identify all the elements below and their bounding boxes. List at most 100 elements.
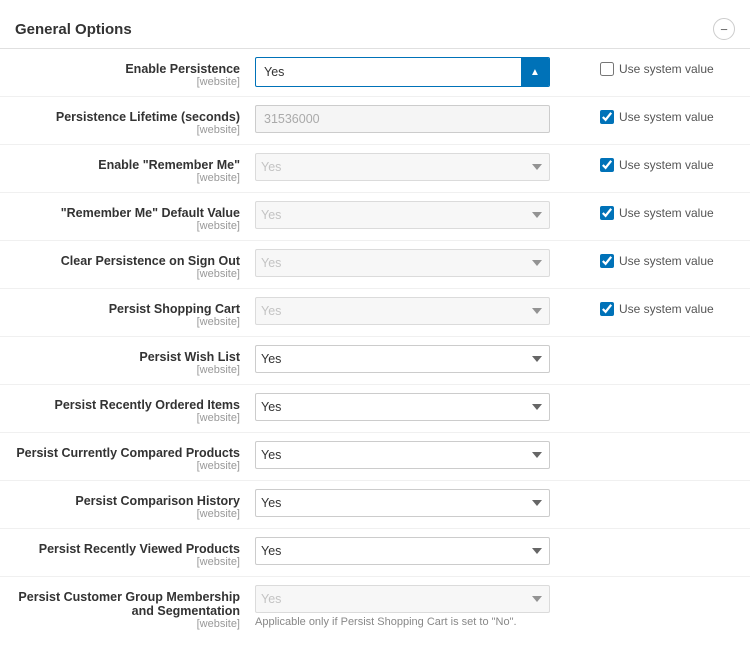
system-value-col-enable-persistence: Use system value — [585, 57, 735, 76]
system-value-wrap-enable-persistence: Use system value — [600, 62, 714, 76]
label-col-remember-me-default: "Remember Me" Default Value[website] — [15, 201, 255, 232]
form-row-remember-me-default: "Remember Me" Default Value[website]YesN… — [0, 193, 750, 241]
system-value-label-enable-persistence: Use system value — [619, 62, 714, 76]
system-value-col-clear-persistence-sign-out: Use system value — [585, 249, 735, 268]
input-col-enable-remember-me: YesNo — [255, 153, 585, 181]
system-value-col-persistence-lifetime: Use system value — [585, 105, 735, 124]
system-value-wrap-clear-persistence-sign-out: Use system value — [600, 254, 714, 268]
input-col-persist-recently-ordered: YesNo — [255, 393, 585, 421]
system-value-col-persist-wish-list — [585, 345, 735, 350]
select-persist-recently-viewed[interactable]: YesNo — [255, 537, 550, 565]
system-value-col-persist-customer-group — [585, 585, 735, 590]
system-value-checkbox-clear-persistence-sign-out[interactable] — [600, 254, 614, 268]
select-persist-recently-ordered[interactable]: YesNo — [255, 393, 550, 421]
label-sub-persist-recently-ordered: [website] — [15, 412, 240, 424]
label-main-remember-me-default: "Remember Me" Default Value — [15, 206, 240, 220]
label-col-persist-customer-group: Persist Customer Group Membership and Se… — [15, 585, 255, 630]
system-value-col-persist-recently-ordered — [585, 393, 735, 398]
select-persist-comparison-history[interactable]: YesNo — [255, 489, 550, 517]
label-col-persist-recently-ordered: Persist Recently Ordered Items[website] — [15, 393, 255, 424]
label-col-persist-recently-viewed: Persist Recently Viewed Products[website… — [15, 537, 255, 568]
form-row-persist-wish-list: Persist Wish List[website]YesNo — [0, 337, 750, 385]
label-sub-persist-shopping-cart: [website] — [15, 316, 240, 328]
system-value-wrap-persist-shopping-cart: Use system value — [600, 302, 714, 316]
system-value-label-enable-remember-me: Use system value — [619, 158, 714, 172]
select-persist-currently-compared[interactable]: YesNo — [255, 441, 550, 469]
form-row-clear-persistence-sign-out: Clear Persistence on Sign Out[website]Ye… — [0, 241, 750, 289]
label-col-enable-remember-me: Enable "Remember Me"[website] — [15, 153, 255, 184]
label-main-persist-recently-ordered: Persist Recently Ordered Items — [15, 398, 240, 412]
label-main-persist-customer-group: Persist Customer Group Membership and Se… — [15, 590, 240, 618]
system-value-col-persist-comparison-history — [585, 489, 735, 494]
label-main-persist-shopping-cart: Persist Shopping Cart — [15, 302, 240, 316]
input-col-persist-comparison-history: YesNo — [255, 489, 585, 517]
select-persist-customer-group: YesNo — [255, 585, 550, 613]
system-value-label-persist-shopping-cart: Use system value — [619, 302, 714, 316]
input-col-clear-persistence-sign-out: YesNo — [255, 249, 585, 277]
label-main-enable-remember-me: Enable "Remember Me" — [15, 158, 240, 172]
system-value-col-persist-shopping-cart: Use system value — [585, 297, 735, 316]
label-sub-persist-wish-list: [website] — [15, 364, 240, 376]
system-value-label-remember-me-default: Use system value — [619, 206, 714, 220]
note-persist-customer-group: Applicable only if Persist Shopping Cart… — [255, 616, 585, 628]
collapse-button[interactable]: − — [713, 18, 735, 40]
enable-persistence-wrapper: Yes▲ — [255, 57, 550, 87]
label-col-persist-comparison-history: Persist Comparison History[website] — [15, 489, 255, 520]
system-value-checkbox-persist-shopping-cart[interactable] — [600, 302, 614, 316]
input-col-persistence-lifetime — [255, 105, 585, 133]
page-container: General Options − Enable Persistence[web… — [0, 0, 750, 648]
system-value-col-persist-currently-compared — [585, 441, 735, 446]
system-value-checkbox-enable-persistence[interactable] — [600, 62, 614, 76]
form-row-persist-currently-compared: Persist Currently Compared Products[webs… — [0, 433, 750, 481]
label-sub-persist-customer-group: [website] — [15, 618, 240, 630]
section-title: General Options — [15, 21, 132, 38]
label-col-enable-persistence: Enable Persistence[website] — [15, 57, 255, 88]
form-row-persist-comparison-history: Persist Comparison History[website]YesNo — [0, 481, 750, 529]
select-remember-me-default: YesNo — [255, 201, 550, 229]
select-persist-shopping-cart: YesNo — [255, 297, 550, 325]
select-enable-remember-me: YesNo — [255, 153, 550, 181]
label-sub-enable-persistence: [website] — [15, 76, 240, 88]
section-header: General Options − — [0, 10, 750, 49]
system-value-checkbox-persistence-lifetime[interactable] — [600, 110, 614, 124]
enable-persistence-arrow-button[interactable]: ▲ — [521, 58, 549, 86]
form-row-persist-customer-group: Persist Customer Group Membership and Se… — [0, 577, 750, 638]
input-col-persist-currently-compared: YesNo — [255, 441, 585, 469]
label-main-persistence-lifetime: Persistence Lifetime (seconds) — [15, 110, 240, 124]
input-col-persist-wish-list: YesNo — [255, 345, 585, 373]
system-value-checkbox-remember-me-default[interactable] — [600, 206, 614, 220]
label-main-persist-comparison-history: Persist Comparison History — [15, 494, 240, 508]
system-value-col-remember-me-default: Use system value — [585, 201, 735, 220]
label-sub-persistence-lifetime: [website] — [15, 124, 240, 136]
label-main-enable-persistence: Enable Persistence — [15, 62, 240, 76]
form-row-enable-remember-me: Enable "Remember Me"[website]YesNo Use sy… — [0, 145, 750, 193]
system-value-checkbox-enable-remember-me[interactable] — [600, 158, 614, 172]
text-input-persistence-lifetime — [255, 105, 550, 133]
label-sub-persist-currently-compared: [website] — [15, 460, 240, 472]
label-col-persist-currently-compared: Persist Currently Compared Products[webs… — [15, 441, 255, 472]
system-value-label-clear-persistence-sign-out: Use system value — [619, 254, 714, 268]
input-col-persist-shopping-cart: YesNo — [255, 297, 585, 325]
input-col-remember-me-default: YesNo — [255, 201, 585, 229]
form-row-persist-shopping-cart: Persist Shopping Cart[website]YesNoUse s… — [0, 289, 750, 337]
input-col-persist-customer-group: YesNo Applicable only if Persist Shopping… — [255, 585, 585, 628]
input-col-enable-persistence: Yes▲ — [255, 57, 585, 87]
form-row-enable-persistence: Enable Persistence[website]Yes▲Use syste… — [0, 49, 750, 97]
label-main-persist-wish-list: Persist Wish List — [15, 350, 240, 364]
system-value-col-enable-remember-me: Use system value — [585, 153, 735, 172]
system-value-wrap-remember-me-default: Use system value — [600, 206, 714, 220]
label-col-persist-wish-list: Persist Wish List[website] — [15, 345, 255, 376]
enable-persistence-value: Yes — [256, 61, 521, 83]
system-value-wrap-persistence-lifetime: Use system value — [600, 110, 714, 124]
label-sub-persist-recently-viewed: [website] — [15, 556, 240, 568]
label-sub-persist-comparison-history: [website] — [15, 508, 240, 520]
form-row-persistence-lifetime: Persistence Lifetime (seconds)[website] U… — [0, 97, 750, 145]
label-main-persist-currently-compared: Persist Currently Compared Products — [15, 446, 240, 460]
label-col-persist-shopping-cart: Persist Shopping Cart[website] — [15, 297, 255, 328]
label-col-clear-persistence-sign-out: Clear Persistence on Sign Out[website] — [15, 249, 255, 280]
form-row-persist-recently-viewed: Persist Recently Viewed Products[website… — [0, 529, 750, 577]
form-rows-container: Enable Persistence[website]Yes▲Use syste… — [0, 49, 750, 638]
label-sub-remember-me-default: [website] — [15, 220, 240, 232]
select-persist-wish-list[interactable]: YesNo — [255, 345, 550, 373]
select-clear-persistence-sign-out: YesNo — [255, 249, 550, 277]
